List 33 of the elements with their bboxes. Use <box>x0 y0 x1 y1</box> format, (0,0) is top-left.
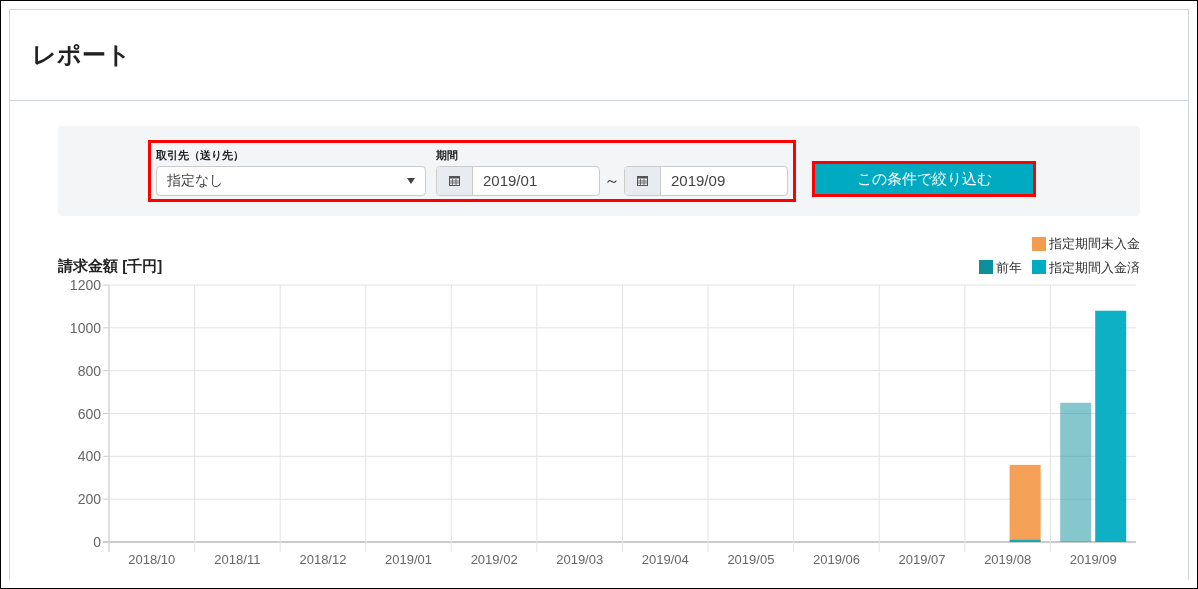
axis-label: 600 <box>77 405 101 422</box>
field-label: 取引先（送り先） <box>156 148 245 164</box>
date-field[interactable]: 2019/01 <box>436 165 600 196</box>
axis-label: 1200 <box>69 277 101 293</box>
calendar-icon <box>449 175 460 187</box>
axis-label: 2019/06 <box>812 552 860 567</box>
axis-label: 2018/12 <box>299 552 347 567</box>
client-select[interactable]: 指定なし <box>156 165 426 196</box>
axis-label: 200 <box>77 491 101 508</box>
axis-label: 2018/10 <box>128 552 176 567</box>
axis-label: 2019/03 <box>556 552 604 567</box>
field-label: 期間 <box>436 148 459 164</box>
axis-label: 0 <box>93 534 101 550</box>
axis-label: 1000 <box>69 319 101 336</box>
axis-label: 800 <box>77 362 101 379</box>
axis-label: 2019/04 <box>641 552 689 567</box>
dropdown-caret-icon <box>407 177 415 184</box>
chart-title: 請求金額 [千円] <box>58 255 163 276</box>
axis-label: 400 <box>77 448 101 465</box>
calendar-icon <box>637 175 648 187</box>
legend-label: 前年 <box>996 258 1022 277</box>
axis-label: 2019/09 <box>1069 552 1117 567</box>
axis-label: 2018/11 <box>214 552 261 567</box>
page-title: レポート <box>32 40 131 70</box>
axis-label: 2019/05 <box>727 552 775 567</box>
axis-label: 2019/01 <box>385 552 433 567</box>
axis-label: 2019/02 <box>470 552 518 567</box>
legend-label: 指定期間入金済 <box>1049 258 1140 277</box>
legend-label: 指定期間未入金 <box>1049 235 1140 253</box>
range-separator: ～ <box>604 170 620 191</box>
axis-label: 2019/07 <box>898 552 946 567</box>
date-field[interactable]: 2019/09 <box>624 165 788 196</box>
axis-label: 2019/08 <box>984 552 1032 567</box>
